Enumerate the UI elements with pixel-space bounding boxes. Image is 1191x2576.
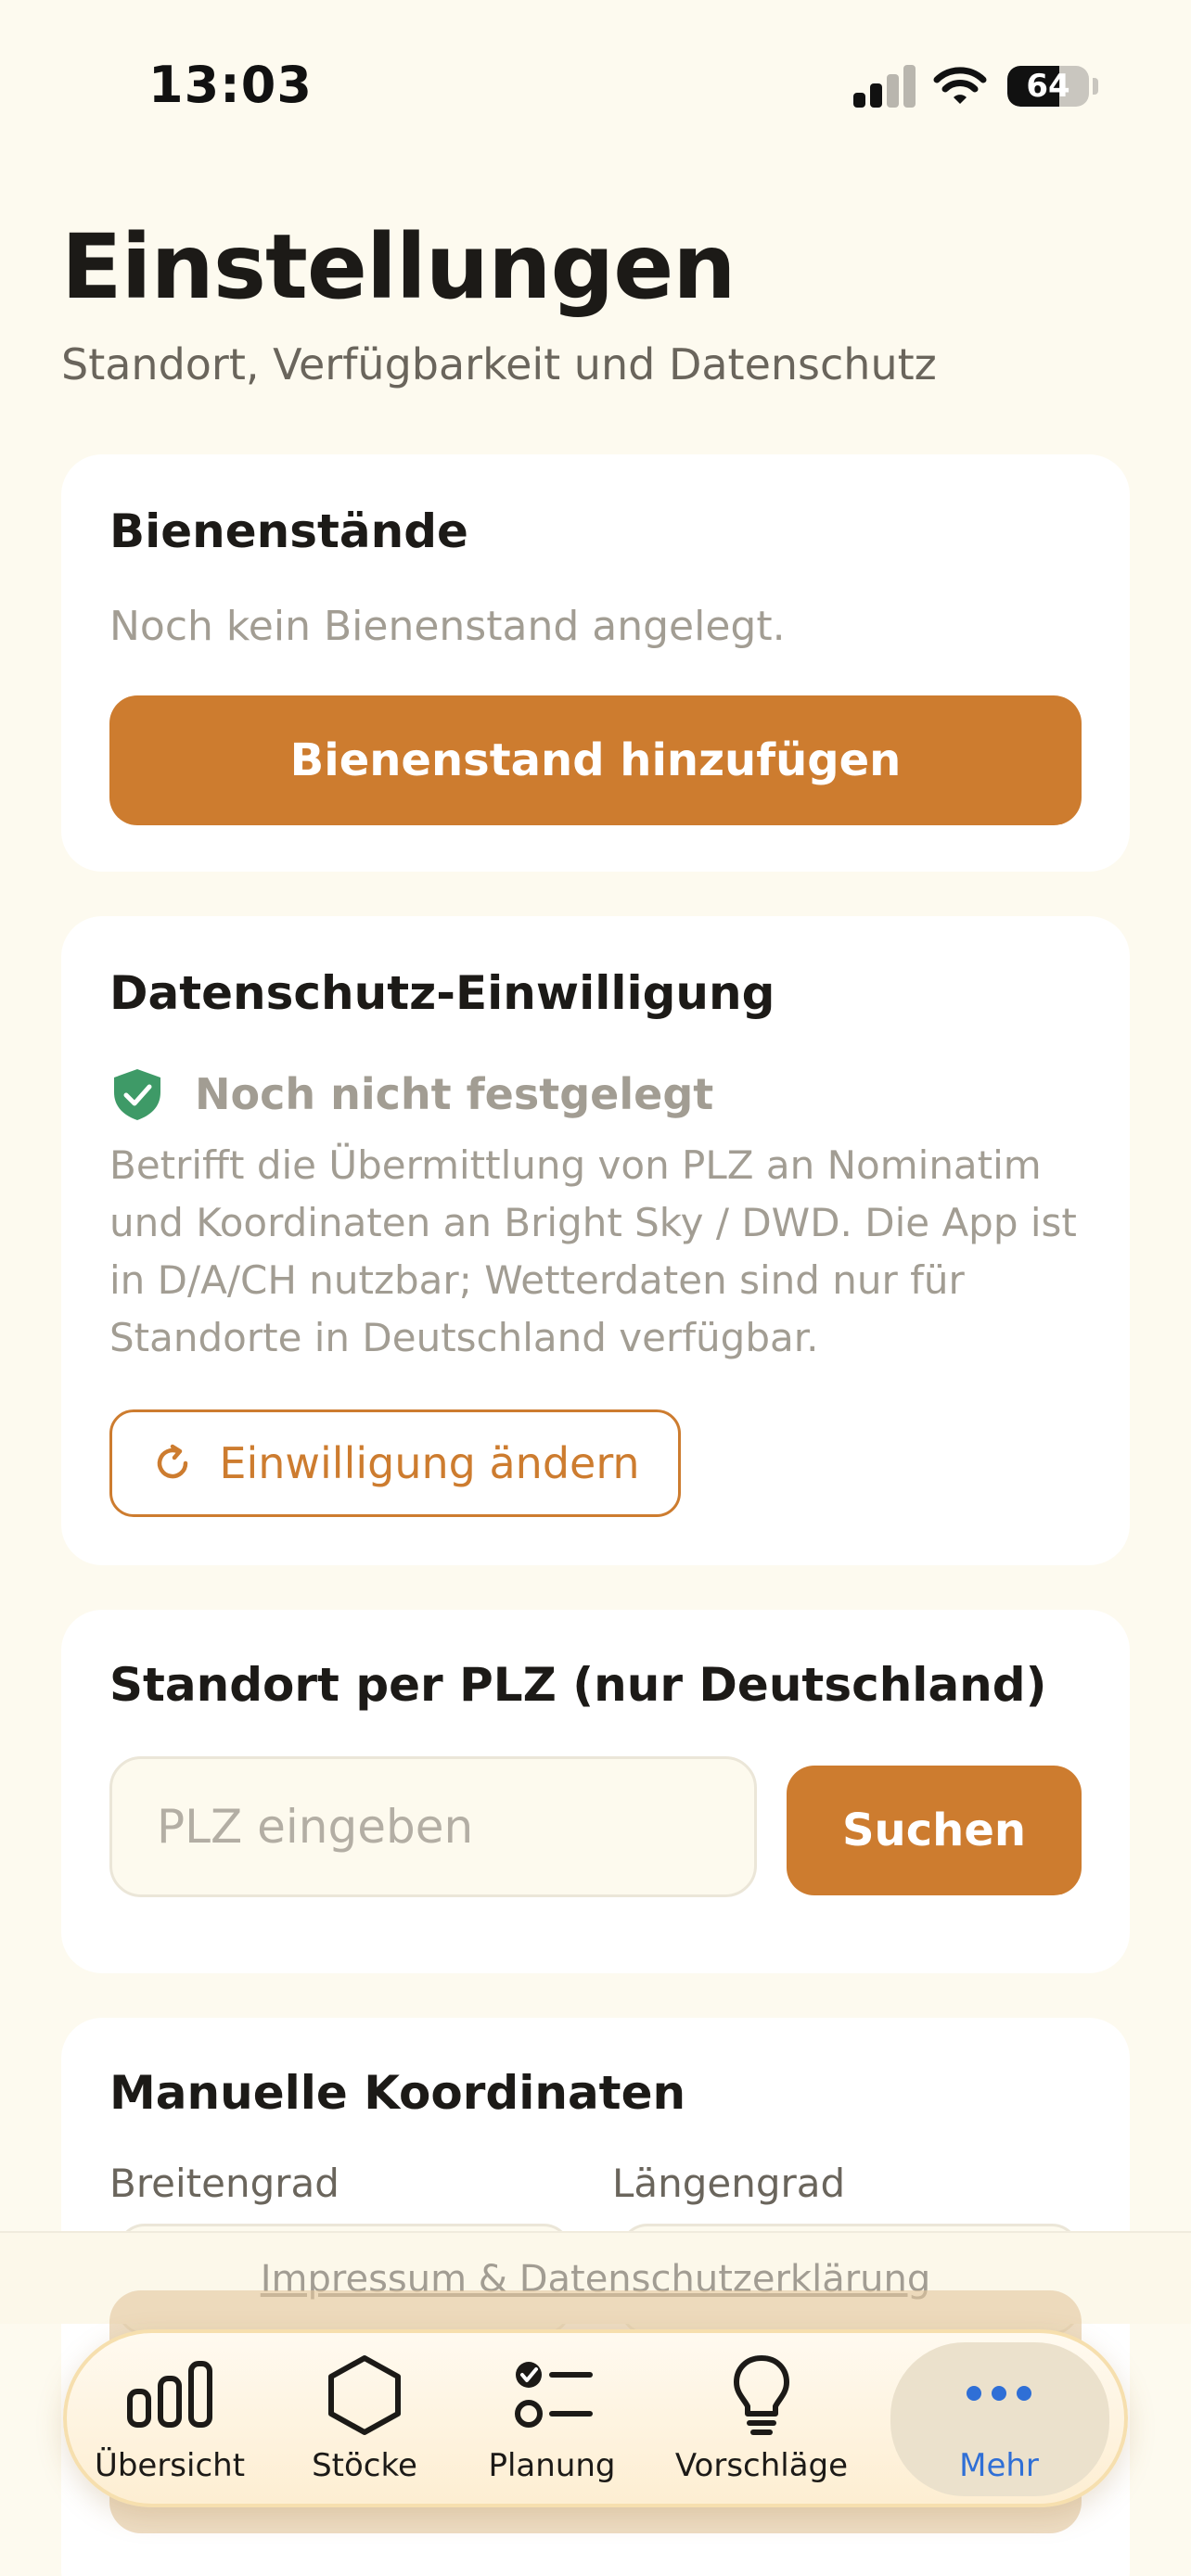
change-consent-button[interactable]: Einwilligung ändern bbox=[109, 1409, 681, 1517]
tab-suggestions-label: Vorschläge bbox=[674, 2447, 849, 2484]
lightbulb-icon bbox=[734, 2355, 789, 2435]
tab-bar: Übersicht Stöcke Planung Vorschläge Mehr bbox=[63, 2329, 1128, 2507]
apiaries-title: Bienenstände bbox=[109, 504, 468, 558]
change-consent-label: Einwilligung ändern bbox=[219, 1438, 640, 1488]
checklist-icon bbox=[515, 2362, 593, 2428]
tab-suggestions[interactable]: Vorschläge bbox=[664, 2333, 859, 2504]
consent-status: Noch nicht festgelegt bbox=[195, 1069, 714, 1119]
bar-chart-icon bbox=[127, 2361, 212, 2428]
plz-title: Standort per PLZ (nur Deutschland) bbox=[109, 1658, 1047, 1712]
wifi-icon bbox=[933, 67, 987, 104]
battery-level: 64 bbox=[1026, 68, 1070, 105]
longitude-label: Längengrad bbox=[612, 2161, 846, 2206]
plz-location-card: Standort per PLZ (nur Deutschland) Suche… bbox=[61, 1610, 1130, 1973]
battery-icon: 64 bbox=[1007, 66, 1089, 107]
privacy-title: Datenschutz-Einwilligung bbox=[109, 966, 775, 1020]
search-button[interactable]: Suchen bbox=[787, 1766, 1082, 1895]
privacy-consent-card: Datenschutz-Einwilligung Noch nicht fest… bbox=[61, 916, 1130, 1565]
tab-hives-label: Stöcke bbox=[312, 2447, 417, 2484]
page-subtitle: Standort, Verfügbarkeit und Datenschutz bbox=[61, 339, 937, 389]
tab-planning[interactable]: Planung bbox=[455, 2333, 649, 2504]
tab-planning-label: Planung bbox=[488, 2447, 616, 2484]
battery-tip bbox=[1093, 78, 1098, 95]
consent-status-row: Noch nicht festgelegt bbox=[109, 1066, 713, 1122]
latitude-label: Breitengrad bbox=[109, 2161, 339, 2206]
plz-input[interactable] bbox=[109, 1756, 757, 1897]
status-time: 13:03 bbox=[148, 56, 313, 114]
more-dots-icon bbox=[967, 2386, 1031, 2401]
status-bar: 13:03 64 bbox=[0, 0, 1191, 176]
tab-overview-label: Übersicht bbox=[94, 2447, 246, 2484]
add-apiary-button[interactable]: Bienenstand hinzufügen bbox=[109, 695, 1082, 825]
tab-more-label: Mehr bbox=[959, 2447, 1039, 2484]
page-title: Einstellungen bbox=[61, 215, 736, 319]
apiaries-empty-text: Noch kein Bienenstand angelegt. bbox=[109, 603, 786, 650]
manual-coords-title: Manuelle Koordinaten bbox=[109, 2066, 686, 2120]
settings-screen: 13:03 64 Einstellungen Standort, Verfügb… bbox=[0, 0, 1191, 2576]
tab-overview[interactable]: Übersicht bbox=[72, 2333, 267, 2504]
consent-description: Betrifft die Übermittlung von PLZ an Nom… bbox=[109, 1142, 1077, 1360]
cellular-signal-icon bbox=[852, 63, 916, 108]
refresh-icon bbox=[158, 1444, 188, 1479]
shield-check-icon bbox=[114, 1069, 160, 1120]
tab-hives[interactable]: Stöcke bbox=[267, 2333, 462, 2504]
tab-more[interactable]: Mehr bbox=[902, 2333, 1096, 2504]
hexagon-icon bbox=[328, 2355, 401, 2435]
apiaries-card: Bienenstände Noch kein Bienenstand angel… bbox=[61, 454, 1130, 872]
